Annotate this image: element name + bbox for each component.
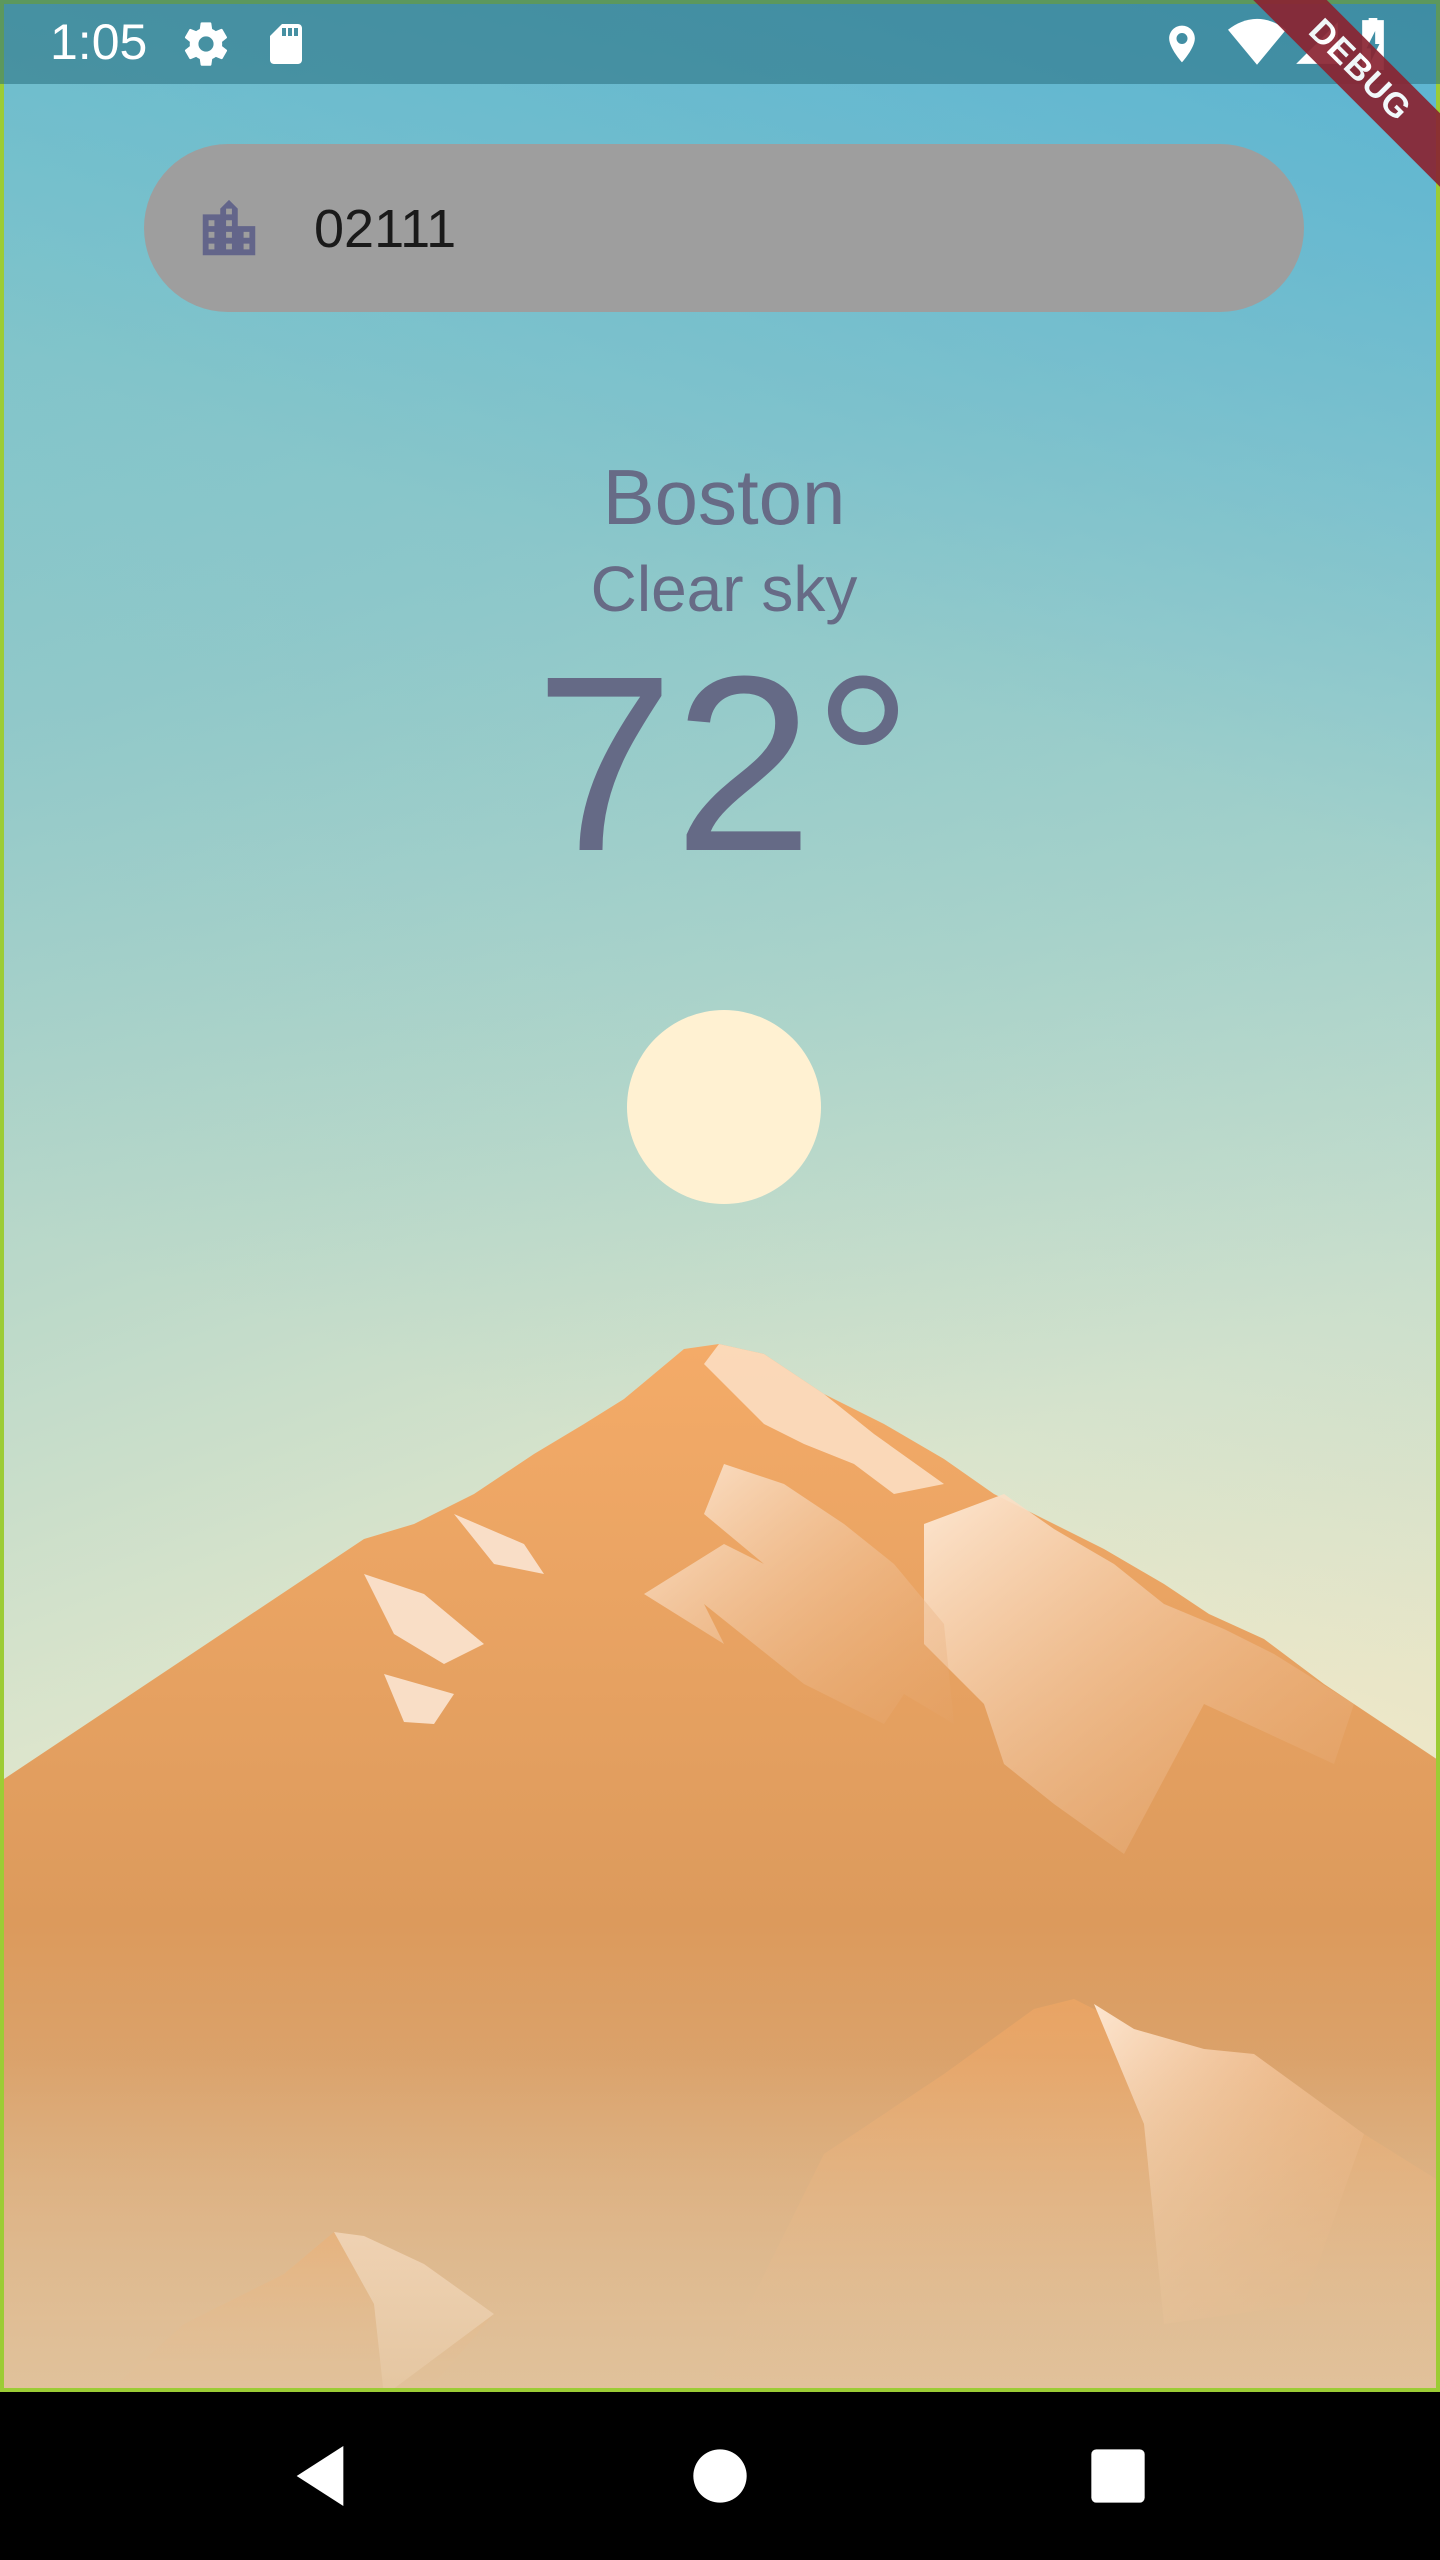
zip-code-input[interactable] bbox=[312, 184, 1216, 274]
weather-screen: Boston Clear sky 72° bbox=[0, 0, 1440, 2392]
recents-icon[interactable] bbox=[1078, 2436, 1158, 2516]
city-name: Boston bbox=[602, 453, 846, 541]
temperature: 72° bbox=[534, 624, 914, 903]
sd-card-icon bbox=[262, 18, 310, 75]
navigation-bar bbox=[0, 2392, 1440, 2560]
city-building-icon bbox=[194, 194, 264, 264]
back-icon[interactable] bbox=[280, 2436, 360, 2516]
status-bar: 1:05 bbox=[0, 0, 1440, 84]
home-icon[interactable] bbox=[680, 2436, 760, 2516]
location-icon bbox=[1160, 18, 1204, 75]
sun-icon bbox=[627, 1010, 821, 1204]
zip-search-bar[interactable] bbox=[144, 144, 1304, 312]
gear-icon bbox=[180, 18, 232, 75]
wifi-icon bbox=[1228, 18, 1286, 73]
status-time: 1:05 bbox=[50, 14, 148, 70]
weather-condition: Clear sky bbox=[590, 553, 858, 625]
